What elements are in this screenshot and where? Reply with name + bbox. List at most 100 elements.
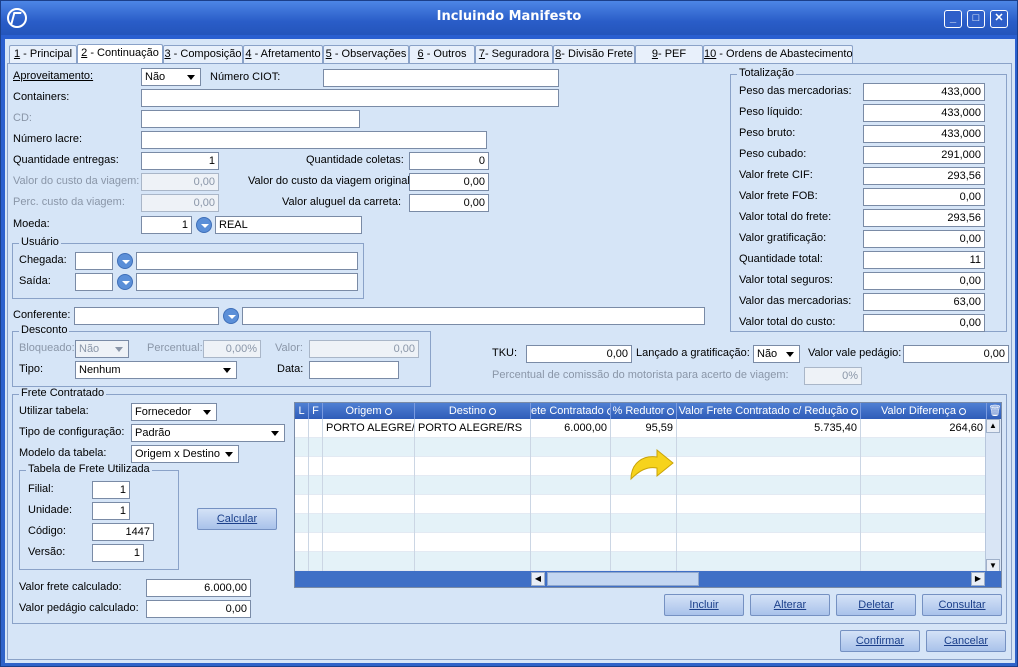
scroll-right-icon[interactable]: ▶: [971, 572, 985, 586]
tipo-desconto-select[interactable]: Nenhum: [75, 361, 237, 379]
table-cell: [861, 476, 987, 495]
incluir-button[interactable]: Incluir: [664, 594, 744, 616]
comissao-input[interactable]: 0%: [804, 367, 862, 385]
totalizacao-value[interactable]: 293,56: [863, 209, 985, 227]
table-row[interactable]: [295, 552, 987, 571]
saida-name-input[interactable]: [136, 273, 358, 291]
cd-label: CD:: [13, 112, 32, 124]
confirmar-button[interactable]: Confirmar: [840, 630, 920, 652]
col-origem[interactable]: Origem: [323, 403, 415, 419]
chegada-name-input[interactable]: [136, 252, 358, 270]
codigo-input[interactable]: 1447: [92, 523, 154, 541]
totalizacao-value[interactable]: 433,000: [863, 104, 985, 122]
conferente-code-input[interactable]: [74, 307, 219, 325]
aluguel-input[interactable]: 0,00: [409, 194, 489, 212]
tab-divisao-frete[interactable]: 8- Divisão Frete: [553, 45, 635, 64]
grid-horizontal-scrollbar[interactable]: ◀ ▶: [295, 571, 1001, 587]
bloqueado-label: Bloqueado:: [19, 342, 75, 354]
col-contratado[interactable]: ete Contratado: [531, 403, 611, 419]
saida-lookup-icon[interactable]: [117, 274, 133, 290]
col-l[interactable]: L: [295, 403, 309, 419]
totalizacao-value[interactable]: 63,00: [863, 293, 985, 311]
custo-viagem-input[interactable]: 0,00: [141, 173, 219, 191]
saida-code-input[interactable]: [75, 273, 113, 291]
lacre-input[interactable]: [141, 131, 487, 149]
deletar-button[interactable]: Deletar: [836, 594, 916, 616]
table-row[interactable]: PORTO ALEGRE/PORTO ALEGRE/RS 6.000,00 95,5…: [295, 419, 987, 438]
custo-original-input[interactable]: 0,00: [409, 173, 489, 191]
ciot-input[interactable]: [323, 69, 559, 87]
scroll-thumb[interactable]: [547, 572, 699, 586]
qtd-entregas-input[interactable]: 1: [141, 152, 219, 170]
totalizacao-value[interactable]: 11: [863, 251, 985, 269]
table-row[interactable]: [295, 533, 987, 552]
vale-pedagio-input[interactable]: 0,00: [903, 345, 1009, 363]
aproveitamento-select[interactable]: Não: [141, 68, 201, 86]
tab-continuacao[interactable]: 2 - Continuação: [77, 44, 163, 65]
calcular-button[interactable]: Calcular: [197, 508, 277, 530]
consultar-button[interactable]: Consultar: [922, 594, 1002, 616]
close-button[interactable]: ✕: [990, 10, 1008, 28]
tab-pef[interactable]: 9- PEF: [635, 45, 703, 64]
valor-pedagio-calculado-input[interactable]: 0,00: [146, 600, 251, 618]
scroll-up-icon[interactable]: ▲: [986, 419, 1000, 433]
qtd-coletas-input[interactable]: 0: [409, 152, 489, 170]
table-cell: [677, 476, 861, 495]
containers-label: Containers:: [13, 91, 70, 103]
totalizacao-value[interactable]: 433,000: [863, 125, 985, 143]
totalizacao-value[interactable]: 0,00: [863, 314, 985, 332]
cd-input[interactable]: [141, 110, 360, 128]
table-row[interactable]: [295, 495, 987, 514]
totalizacao-value[interactable]: 0,00: [863, 272, 985, 290]
tabela-frete-group: Tabela de Frete Utilizada Filial: 1 Unid…: [19, 463, 179, 570]
totalizacao-value[interactable]: 293,56: [863, 167, 985, 185]
col-destino[interactable]: Destino: [415, 403, 531, 419]
moeda-lookup-icon[interactable]: [196, 217, 212, 233]
scroll-left-icon[interactable]: ◀: [531, 572, 545, 586]
utilizar-tabela-select[interactable]: Fornecedor: [131, 403, 217, 421]
trash-icon[interactable]: 🗑: [987, 403, 1001, 419]
col-f[interactable]: F: [309, 403, 323, 419]
bloqueado-select[interactable]: Não: [75, 340, 129, 358]
chegada-code-input[interactable]: [75, 252, 113, 270]
chegada-lookup-icon[interactable]: [117, 253, 133, 269]
tab-seguradora[interactable]: 7- Seguradora: [475, 45, 553, 64]
col-valor-diferenca[interactable]: Valor Diferença: [861, 403, 987, 419]
modelo-tabela-select[interactable]: Origem x Destino: [131, 445, 239, 463]
unidade-input[interactable]: 1: [92, 502, 130, 520]
tipo-configuracao-select[interactable]: Padrão: [131, 424, 285, 442]
conferente-name-input[interactable]: [242, 307, 705, 325]
tab-afretamento[interactable]: 4 - Afretamento: [243, 45, 323, 64]
data-input[interactable]: [309, 361, 399, 379]
tab-observacoes[interactable]: 5 - Observações: [323, 45, 409, 64]
tab-composicao[interactable]: 3 - Composição: [163, 45, 243, 64]
alterar-button[interactable]: Alterar: [750, 594, 830, 616]
totalizacao-value[interactable]: 433,000: [863, 83, 985, 101]
totalizacao-value[interactable]: 0,00: [863, 230, 985, 248]
col-valor-reducao[interactable]: Valor Frete Contratado c/ Redução: [677, 403, 861, 419]
conferente-lookup-icon[interactable]: [223, 308, 239, 324]
grid-vertical-scrollbar[interactable]: ▲ ▼: [985, 419, 1001, 573]
tku-input[interactable]: 0,00: [526, 345, 632, 363]
col-redutor[interactable]: % Redutor: [611, 403, 677, 419]
valor-desconto-input[interactable]: 0,00: [309, 340, 419, 358]
percentual-input[interactable]: 0,00%: [203, 340, 261, 358]
moeda-name-input[interactable]: REAL: [215, 216, 362, 234]
table-row[interactable]: [295, 514, 987, 533]
frete-grid[interactable]: L F Origem Destino ete Contratado % Redu…: [294, 402, 1002, 588]
containers-input[interactable]: [141, 89, 559, 107]
cancelar-button[interactable]: Cancelar: [926, 630, 1006, 652]
totalizacao-value[interactable]: 0,00: [863, 188, 985, 206]
valor-frete-calculado-input[interactable]: 6.000,00: [146, 579, 251, 597]
tab-ordens-abastecimento[interactable]: 10 - Ordens de Abastecimento: [703, 45, 853, 64]
moeda-code-input[interactable]: 1: [141, 216, 192, 234]
versao-input[interactable]: 1: [92, 544, 144, 562]
filial-input[interactable]: 1: [92, 481, 130, 499]
perc-custo-input[interactable]: 0,00: [141, 194, 219, 212]
gratificacao-select[interactable]: Não: [753, 345, 800, 363]
maximize-button[interactable]: □: [967, 10, 985, 28]
minimize-button[interactable]: _: [944, 10, 962, 28]
tab-outros[interactable]: 6 - Outros: [409, 45, 475, 64]
tab-principal[interactable]: 1 - Principal: [9, 45, 77, 64]
totalizacao-value[interactable]: 291,000: [863, 146, 985, 164]
